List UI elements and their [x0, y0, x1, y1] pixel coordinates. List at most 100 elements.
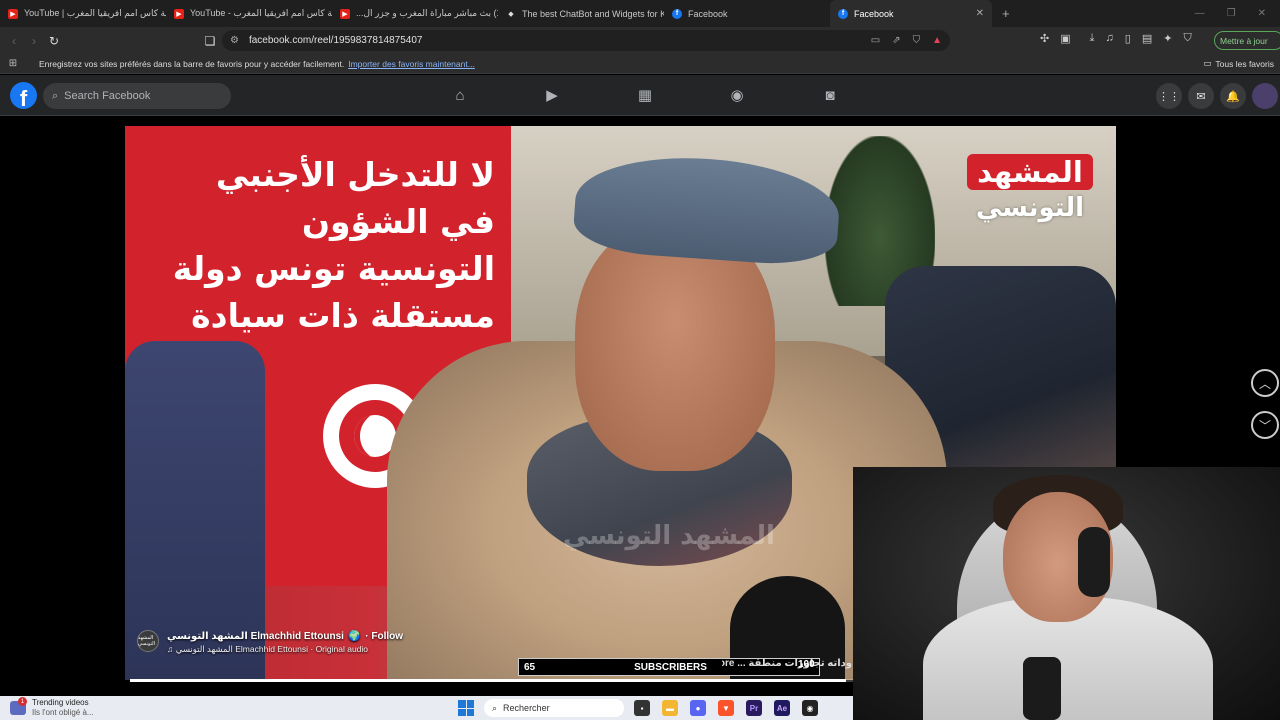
window-controls: — ❐ ✕	[1195, 8, 1280, 19]
search-icon: ⌕	[492, 702, 498, 713]
widget-subtitle: Ils l'ont obligé à...	[32, 708, 94, 717]
channel-logo: المشهد التونسي	[967, 154, 1093, 226]
close-window-icon[interactable]: ✕	[1258, 8, 1266, 19]
windows-taskbar: 1 Trending videos Ils l'ont obligé à... …	[0, 696, 853, 720]
file-explorer-icon[interactable]: ▬	[662, 700, 678, 716]
poster-name[interactable]: المشهد التونسي Elmachhid Ettounsi	[167, 631, 344, 642]
streamer-webcam	[853, 467, 1280, 720]
chevron-down-icon: ﹀	[1258, 418, 1271, 433]
youtube-icon: ▶	[8, 8, 18, 19]
brave-rewards-icon[interactable]: ▲	[932, 35, 942, 46]
news-widget[interactable]: 1 Trending videos Ils l'ont obligé à...	[0, 697, 440, 718]
browser-tab[interactable]: ◆ The best ChatBot and Widgets for Ki	[498, 0, 664, 27]
reel-progress-fill	[130, 679, 846, 682]
browser-tab[interactable]: ▶ (1) بث مباشر مباراة المغرب و جزر ال...	[332, 0, 498, 27]
subscriber-goal: 100	[798, 659, 815, 670]
subscriber-label: SUBSCRIBERS	[634, 661, 707, 673]
banner-text: لا للتدخل الأجنبي في الشؤون التونسية تون…	[172, 155, 495, 335]
discord-icon[interactable]: ●	[690, 700, 706, 716]
url-field[interactable]: ⚙ facebook.com/reel/1959837814875407 ▭ ⇗…	[222, 30, 950, 51]
home-icon[interactable]: ⌂	[449, 84, 471, 106]
import-bookmarks-link[interactable]: Importer des favoris maintenant...	[348, 59, 475, 69]
audio-attribution[interactable]: ♫ المشهد التونسي Elmachhid Ettounsi · Or…	[167, 644, 403, 655]
folder-icon: ▭	[1203, 58, 1212, 68]
close-tab-icon[interactable]: ✕	[968, 8, 984, 19]
tab-label: (1) بث مباشر مباراة المغرب و جزر ال...	[356, 8, 498, 18]
poster-avatar[interactable]: المشهد التونسي	[137, 629, 159, 652]
update-button[interactable]: Mettre à jour	[1214, 31, 1280, 50]
forward-icon[interactable]: ›	[24, 34, 44, 48]
all-favorites[interactable]: ▭ Tous les favoris	[1203, 58, 1280, 69]
see-more-caption[interactable]: وداته تجاوزات منطقة ... See more	[722, 658, 852, 669]
premiere-pro-icon[interactable]: Pr	[746, 700, 762, 716]
back-icon[interactable]: ‹	[4, 34, 24, 48]
taskbar-search[interactable]: ⌕ Rechercher	[484, 699, 624, 717]
after-effects-icon[interactable]: Ae	[774, 700, 790, 716]
facebook-header: f ⌕ ⌂ ▶ ▦ ◉ ◙ ⋮⋮ ✉ 🔔	[0, 75, 1280, 116]
gaming-icon[interactable]: ◙	[819, 84, 841, 106]
marketplace-icon[interactable]: ▦	[634, 84, 656, 106]
bookmarks-message: Enregistrez vos sites préférés dans la b…	[39, 58, 345, 69]
extension-icons: ✣ ▣ ⤓ ♫ ▯ ▤ ✦ ⛉	[1040, 32, 1192, 45]
windows-start-icon[interactable]	[458, 700, 474, 716]
notifications-icon[interactable]: 🔔	[1220, 83, 1246, 109]
extensions-icon[interactable]: ✣	[1040, 32, 1049, 45]
new-tab-icon[interactable]: +	[1002, 6, 1010, 21]
headset	[1078, 527, 1110, 597]
apps-grid-icon[interactable]: ⊞	[0, 58, 26, 69]
search-icon: ⌕	[52, 89, 59, 102]
streamer-microphone	[1023, 657, 1061, 720]
minimize-icon[interactable]: —	[1195, 8, 1205, 19]
taskbar-apps: ▪ ▬ ● ▼ Pr Ae ◉	[634, 700, 818, 716]
menu-grid-icon[interactable]: ⋮⋮	[1156, 83, 1182, 109]
obs-icon[interactable]: ◉	[802, 700, 818, 716]
facebook-icon: f	[838, 8, 848, 19]
video-watermark: المشهد التونسي	[563, 521, 775, 551]
messenger-icon[interactable]: ✉	[1188, 83, 1214, 109]
wallet-icon[interactable]: ▤	[1142, 32, 1152, 45]
cast-icon[interactable]: ▭	[871, 35, 880, 46]
bookmark-icon[interactable]: ❏	[200, 34, 220, 48]
share-icon[interactable]: ⇗	[892, 35, 900, 46]
avatar[interactable]	[1252, 83, 1278, 109]
channel-logo-line2: التونسي	[975, 193, 1085, 223]
reels-icon[interactable]: ▶	[541, 84, 563, 106]
browser-tab[interactable]: ▶ أغنية كاس امم افريقيا المغرب | YouTube	[0, 0, 166, 27]
download-icon[interactable]: ⤓	[1090, 32, 1095, 45]
browser-tab[interactable]: ▶ أغنية كاس امم افريقيا المغرب - YouTube	[166, 0, 332, 27]
brave-icon[interactable]: ▼	[718, 700, 734, 716]
tab-label: The best ChatBot and Widgets for Ki	[522, 8, 664, 19]
leo-icon[interactable]: ✦	[1163, 32, 1172, 45]
music-icon[interactable]: ♫	[1106, 32, 1114, 45]
facebook-logo-letter: f	[19, 86, 28, 109]
facebook-logo[interactable]: f	[10, 82, 37, 109]
browser-tab-strip: ▶ أغنية كاس امم افريقيا المغرب | YouTube…	[0, 0, 1280, 27]
restore-icon[interactable]: ❐	[1227, 8, 1236, 19]
tab-label: Facebook	[688, 8, 728, 19]
vpn-icon[interactable]: ⛉	[1183, 32, 1191, 45]
browser-tab[interactable]: f Facebook	[664, 0, 830, 27]
chatbot-icon: ◆	[508, 10, 514, 18]
tab-label: Facebook	[854, 8, 894, 19]
browser-tab-active[interactable]: f Facebook ✕	[830, 0, 992, 27]
search-box[interactable]: ⌕	[43, 83, 231, 109]
task-view-icon[interactable]: ▪	[634, 700, 650, 716]
channel-logo-line1: المشهد	[967, 154, 1093, 190]
screenshot-icon[interactable]: ▣	[1060, 32, 1070, 45]
chevron-up-icon: ︿	[1258, 376, 1271, 391]
next-reel-button[interactable]: ﹀	[1251, 411, 1279, 439]
reel-progress-bar[interactable]	[130, 679, 853, 682]
reload-icon[interactable]: ↻	[44, 34, 64, 48]
groups-icon[interactable]: ◉	[726, 84, 748, 106]
widget-badge: 1	[18, 697, 27, 706]
brave-shield-icon[interactable]: ⛉	[913, 35, 921, 46]
follow-link[interactable]: · Follow	[365, 631, 403, 642]
youtube-icon: ▶	[174, 8, 184, 19]
site-info-icon[interactable]: ⚙	[230, 35, 239, 46]
previous-reel-button[interactable]: ︿	[1251, 369, 1279, 397]
search-input[interactable]	[64, 90, 215, 102]
address-bar: ‹ › ↻ ❏ ⚙ facebook.com/reel/195983781487…	[0, 27, 1280, 54]
facebook-icon: f	[672, 8, 682, 19]
youtube-icon: ▶	[340, 8, 350, 19]
sidebar-icon[interactable]: ▯	[1125, 32, 1131, 45]
